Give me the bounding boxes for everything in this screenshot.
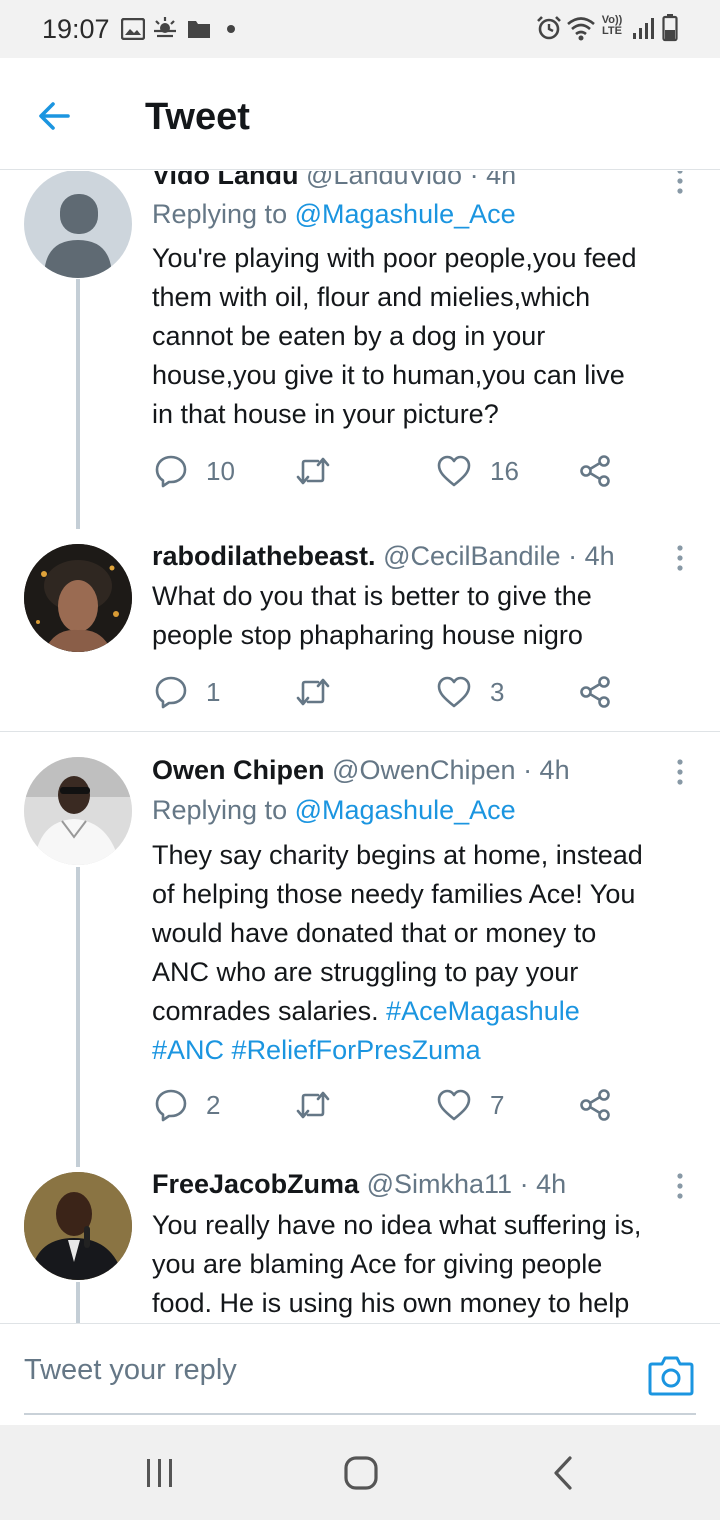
- like-button[interactable]: 7: [436, 1085, 504, 1125]
- reply-icon: [155, 1089, 187, 1122]
- status-time: 19:07: [42, 14, 110, 44]
- signal-icon: [633, 18, 654, 39]
- reply-button[interactable]: 2: [154, 1085, 220, 1125]
- retweet-icon: [296, 457, 330, 485]
- conversation-divider: [0, 731, 720, 732]
- hashtag-link[interactable]: #ReliefForPresZuma: [232, 1035, 481, 1065]
- volte-icon: Vo)) LTE: [601, 14, 623, 37]
- reply-count: 1: [206, 676, 221, 707]
- dot-icon: [227, 25, 235, 33]
- tweet-reply-input[interactable]: Tweet your reply: [24, 1354, 237, 1387]
- author-name[interactable]: rabodilathebeast.: [152, 541, 376, 571]
- status-bar: 19:07 Vo)) LTE: [0, 0, 720, 58]
- tweet-actions: 1 3: [152, 672, 622, 712]
- retweet-icon: [296, 678, 330, 706]
- thread-line: [76, 867, 80, 1167]
- retweet-button[interactable]: [294, 451, 350, 491]
- mention-link[interactable]: @Magashule_Ace: [295, 199, 516, 229]
- replying-to: Replying to @Magashule_Ace: [152, 199, 516, 229]
- thread-line: [76, 279, 80, 529]
- tweet-time: · 4h: [519, 1169, 567, 1199]
- hashtag-link[interactable]: #ANC: [152, 1035, 224, 1065]
- replying-to: Replying to @Magashule_Ace: [152, 795, 516, 825]
- tweet-time: · 4h: [568, 541, 615, 571]
- reply-button[interactable]: 1: [154, 672, 220, 712]
- share-button[interactable]: [578, 451, 612, 491]
- home-icon[interactable]: [341, 1453, 381, 1493]
- tweet[interactable]: FreeJacobZuma @Simkha11 · 4h You really …: [0, 1169, 720, 1323]
- alarm-icon: [537, 16, 561, 40]
- app-header: Tweet: [0, 58, 720, 170]
- heart-icon: [437, 1089, 471, 1121]
- tweet[interactable]: Owen Chipen @OwenChipen · 4h Replying to…: [0, 755, 720, 1167]
- page-title: Tweet: [145, 96, 250, 138]
- folder-icon: [188, 21, 210, 38]
- heart-icon: [437, 676, 471, 708]
- like-button[interactable]: 16: [436, 451, 519, 491]
- tweet[interactable]: rabodilathebeast. @CecilBandile · 4h Wha…: [0, 541, 720, 731]
- tweet-text: You're playing with poor people,you feed…: [152, 243, 637, 429]
- retweet-button[interactable]: [294, 1085, 350, 1125]
- tweet-text: What do you that is better to give the p…: [152, 581, 592, 650]
- author-handle[interactable]: @Simkha11: [367, 1169, 512, 1199]
- share-icon: [580, 1089, 610, 1121]
- share-icon: [580, 455, 610, 487]
- author-handle[interactable]: @LanduVido: [306, 171, 462, 190]
- reply-icon: [155, 455, 187, 488]
- retweet-icon: [296, 1091, 330, 1119]
- photo-avatar[interactable]: [24, 1172, 132, 1280]
- retweet-button[interactable]: [294, 672, 350, 712]
- tweet-header: FreeJacobZuma @Simkha11 · 4h: [152, 1169, 566, 1200]
- tweet-header: Owen Chipen @OwenChipen · 4h: [152, 755, 570, 786]
- replies-feed[interactable]: Vido Landu @LanduVido · 4h Replying to @…: [0, 171, 720, 1323]
- share-button[interactable]: [578, 672, 612, 712]
- like-count: 3: [490, 676, 505, 707]
- tweet-actions: 10 16: [152, 451, 622, 491]
- author-handle[interactable]: @CecilBandile: [383, 541, 561, 571]
- tweet-time: · 4h: [469, 171, 517, 190]
- like-count: 16: [490, 455, 519, 486]
- reply-composer: Tweet your reply: [0, 1323, 720, 1425]
- arrow-left-icon[interactable]: [30, 90, 82, 142]
- thread-line: [76, 1282, 80, 1323]
- tweet-text: They say charity begins at home, instead…: [152, 840, 643, 1065]
- hashtag-link[interactable]: #AceMagashule: [386, 996, 580, 1026]
- share-icon: [580, 676, 610, 708]
- tweet-text: You really have no idea what suffering i…: [152, 1210, 642, 1318]
- default-avatar[interactable]: [24, 171, 132, 278]
- more-vert-icon[interactable]: [670, 543, 690, 573]
- author-name[interactable]: FreeJacobZuma: [152, 1169, 359, 1199]
- like-count: 7: [490, 1089, 505, 1120]
- camera-icon[interactable]: [648, 1354, 694, 1396]
- more-vert-icon[interactable]: [670, 1171, 690, 1201]
- wifi-icon: [567, 17, 595, 41]
- reply-button[interactable]: 10: [154, 451, 235, 491]
- share-button[interactable]: [578, 1085, 612, 1125]
- photo-avatar[interactable]: [24, 544, 132, 652]
- like-button[interactable]: 3: [436, 672, 504, 712]
- weather-icon: [154, 17, 176, 38]
- author-handle[interactable]: @OwenChipen: [332, 755, 516, 785]
- author-name[interactable]: Vido Landu: [152, 171, 299, 190]
- tweet[interactable]: Vido Landu @LanduVido · 4h Replying to @…: [0, 171, 720, 529]
- tweet-time: · 4h: [523, 755, 570, 785]
- recent-apps-icon[interactable]: [143, 1453, 177, 1493]
- reply-icon: [155, 676, 187, 709]
- more-vert-icon[interactable]: [670, 757, 690, 787]
- battery-icon: [662, 14, 678, 42]
- tweet-actions: 2 7: [152, 1085, 622, 1125]
- system-nav-bar: [0, 1425, 720, 1520]
- reply-count: 10: [206, 455, 235, 486]
- image-icon: [121, 18, 145, 40]
- photo-avatar[interactable]: [24, 757, 132, 865]
- input-underline: [24, 1413, 696, 1415]
- more-vert-icon[interactable]: [670, 171, 690, 196]
- mention-link[interactable]: @Magashule_Ace: [295, 795, 516, 825]
- author-name[interactable]: Owen Chipen: [152, 755, 325, 785]
- heart-icon: [437, 455, 471, 487]
- back-icon[interactable]: [548, 1453, 578, 1493]
- tweet-header: rabodilathebeast. @CecilBandile · 4h: [152, 541, 615, 572]
- reply-count: 2: [206, 1089, 221, 1120]
- tweet-header: Vido Landu @LanduVido · 4h: [152, 171, 516, 191]
